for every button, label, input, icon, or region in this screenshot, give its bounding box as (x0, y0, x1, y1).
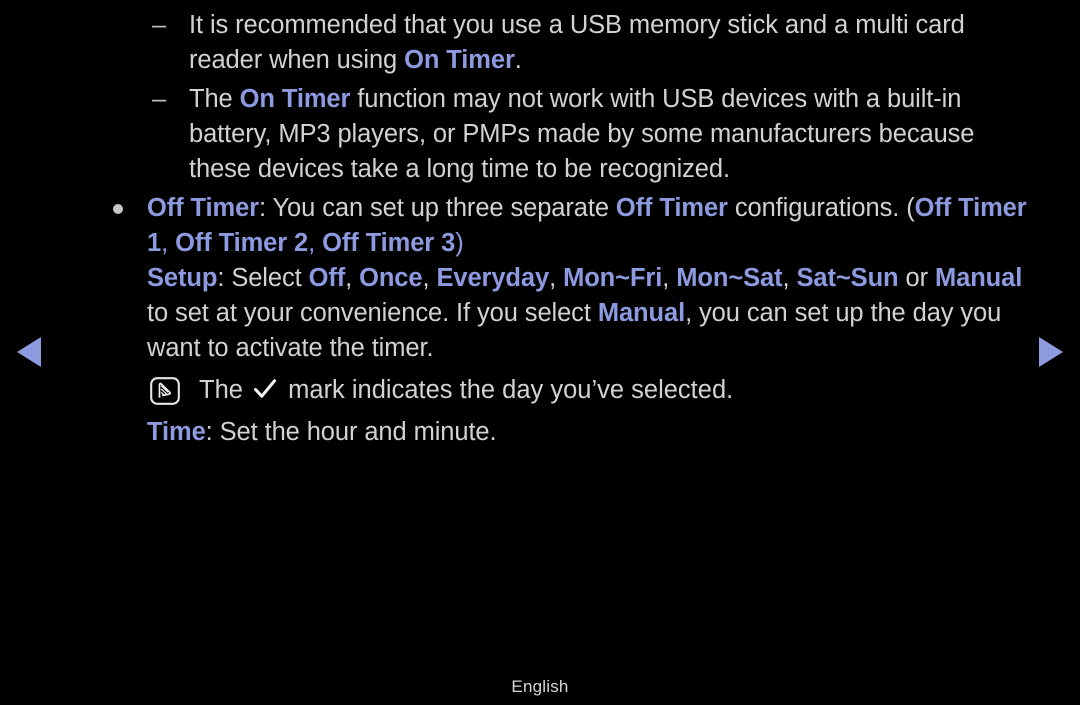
note-text-after: mark indicates the day you’ve selected. (288, 376, 734, 404)
setup-description: Setup: Select Off, Once, Everyday, Mon~F… (0, 261, 1080, 366)
checkmark-icon (253, 375, 277, 410)
time-text: Time: Set the hour and minute. (147, 418, 497, 446)
emanual-page: – It is recommended that you use a USB m… (0, 0, 1080, 705)
bullet-dot-icon (113, 204, 123, 214)
time-description: Time: Set the hour and minute. (0, 415, 1080, 450)
dash-marker: – (152, 85, 167, 113)
sub-bullet-item: – The On Timer function may not work wit… (0, 82, 1080, 187)
setup-text: Setup: Select Off, Once, Everyday, Mon~F… (147, 264, 1023, 362)
sub-bullet-text: The On Timer function may not work with … (189, 85, 975, 183)
language-footer: English (511, 677, 569, 696)
sub-bullet-item: – It is recommended that you use a USB m… (0, 8, 1080, 78)
note-row: The mark indicates the day you’ve select… (0, 373, 1080, 410)
manual-content: – It is recommended that you use a USB m… (0, 0, 1080, 450)
dash-marker: – (152, 11, 167, 39)
sub-bullet-text: It is recommended that you use a USB mem… (189, 11, 965, 74)
off-timer-description: Off Timer: You can set up three separate… (147, 194, 1027, 257)
note-text-before: The (199, 376, 243, 404)
note-memo-icon (150, 377, 180, 405)
main-bullet-item: Off Timer: You can set up three separate… (0, 191, 1080, 261)
